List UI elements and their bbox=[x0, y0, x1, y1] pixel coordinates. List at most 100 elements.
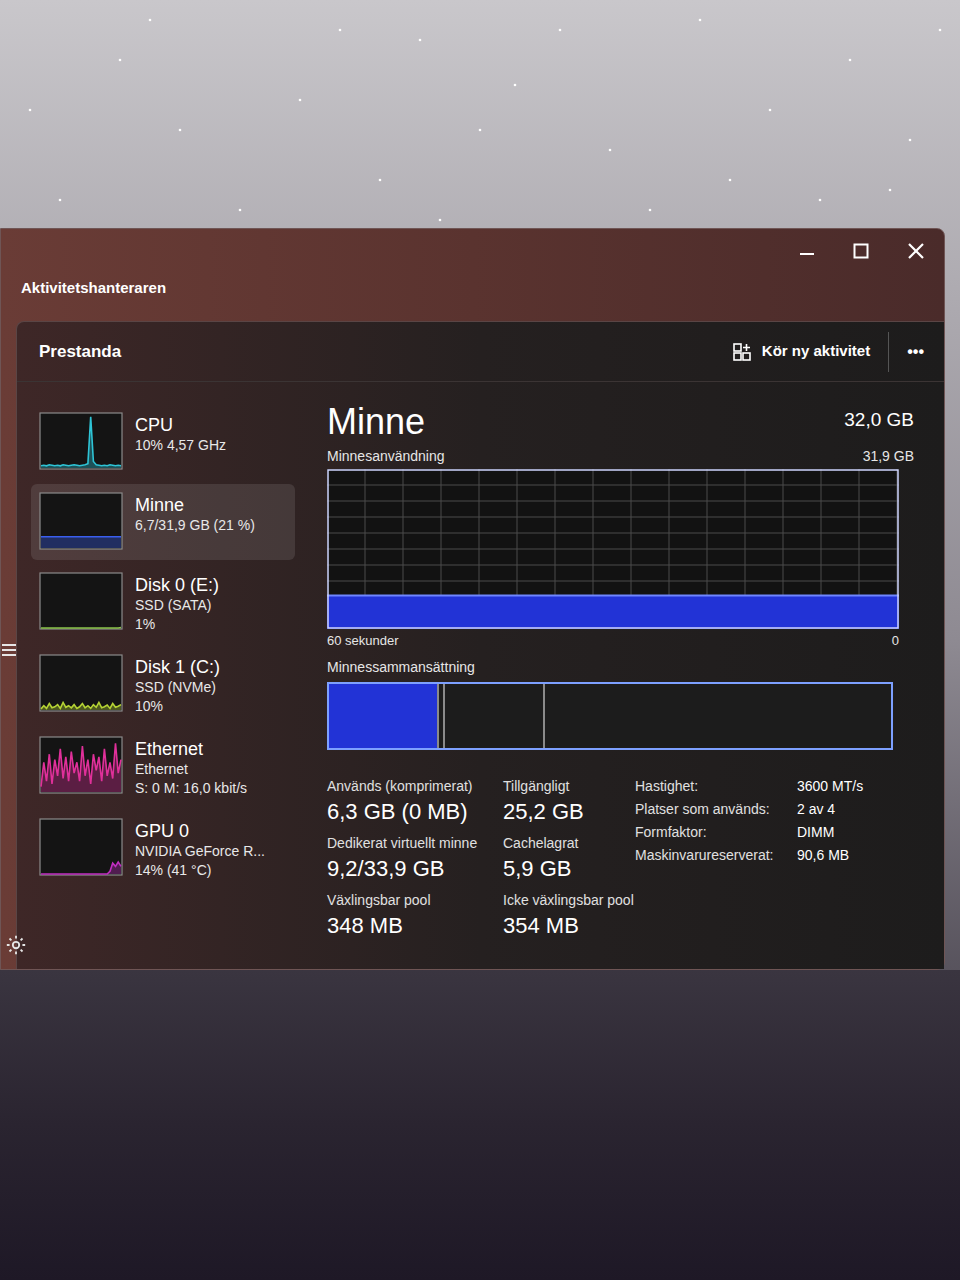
stat: Växlingsbar pool348 MB bbox=[327, 890, 503, 941]
header-bar: Prestanda Kör ny aktivitet ••• bbox=[17, 322, 944, 382]
stat-label: Växlingsbar pool bbox=[327, 890, 503, 911]
sidebar-item-detail: SSD (SATA) bbox=[135, 596, 219, 615]
gear-icon[interactable] bbox=[5, 934, 27, 956]
sidebar-item-detail: 1% bbox=[135, 615, 219, 634]
x-axis-label: 60 sekunder bbox=[327, 631, 399, 651]
sidebar-item-text: CPU10% 4,57 GHz bbox=[135, 412, 226, 455]
sidebar-item-detail: Ethernet bbox=[135, 760, 247, 779]
sidebar-item-detail: S: 0 M: 16,0 kbit/s bbox=[135, 779, 247, 798]
stat-label: Tillgängligt bbox=[503, 776, 613, 797]
usage-label: Minnesanvändning bbox=[327, 446, 445, 467]
mini-graph bbox=[39, 572, 123, 630]
sidebar-item[interactable]: Disk 0 (E:)SSD (SATA)1% bbox=[31, 564, 295, 642]
menu-button[interactable] bbox=[2, 642, 16, 658]
sidebar-item[interactable]: CPU10% 4,57 GHz bbox=[31, 404, 295, 480]
graph-axis: 60 sekunder 0 bbox=[327, 631, 899, 651]
sidebar: CPU10% 4,57 GHz Minne6,7/31,9 GB (21 %) Di… bbox=[17, 382, 295, 969]
stat-value: 5,9 GB bbox=[503, 854, 613, 884]
memory-usage-graph bbox=[327, 469, 899, 629]
spec-value: DIMM bbox=[797, 822, 863, 843]
composition-segment bbox=[545, 684, 891, 748]
task-manager-window: Aktivitetshanteraren Prestanda Kör ny ak… bbox=[0, 228, 945, 970]
sidebar-item-name: CPU bbox=[135, 414, 226, 436]
composition-label: Minnessammansättning bbox=[327, 657, 914, 678]
y-axis-min: 0 bbox=[892, 631, 899, 651]
stat-value: 25,2 GB bbox=[503, 797, 613, 827]
mini-graph bbox=[39, 654, 123, 712]
sidebar-item-detail: NVIDIA GeForce R... bbox=[135, 842, 265, 861]
section-title: Prestanda bbox=[39, 339, 732, 365]
stat: Cachelagrat5,9 GB bbox=[503, 833, 613, 884]
usage-max: 31,9 GB bbox=[863, 446, 914, 467]
sidebar-item-name: Disk 1 (C:) bbox=[135, 656, 220, 678]
composition-segment bbox=[439, 684, 446, 748]
spec-label: Hastighet: bbox=[635, 776, 797, 797]
composition-segment bbox=[445, 684, 545, 748]
new-task-icon bbox=[732, 342, 752, 362]
detail-title: Minne bbox=[327, 402, 425, 442]
stat-label: Dedikerat virtuellt minne bbox=[327, 833, 503, 854]
detail-pane: Minne 32,0 GB Minnesanvändning 31,9 GB 60 se… bbox=[295, 382, 944, 969]
minimize-icon[interactable] bbox=[798, 242, 816, 260]
maximize-icon[interactable] bbox=[852, 242, 870, 260]
spec-value: 3600 MT/s bbox=[797, 776, 863, 797]
sidebar-item-name: Ethernet bbox=[135, 738, 247, 760]
mini-graph bbox=[39, 736, 123, 794]
stat-label: Cachelagrat bbox=[503, 833, 613, 854]
desktop: Aktivitetshanteraren Prestanda Kör ny ak… bbox=[0, 0, 960, 1280]
spec-value: 90,6 MB bbox=[797, 845, 863, 866]
close-icon[interactable] bbox=[906, 241, 926, 261]
stat-label: Används (komprimerat) bbox=[327, 776, 503, 797]
sidebar-item-text: Disk 1 (C:)SSD (NVMe)10% bbox=[135, 654, 220, 716]
stat: Icke växlingsbar pool354 MB bbox=[503, 890, 613, 941]
stat-value: 348 MB bbox=[327, 911, 503, 941]
stat-value: 354 MB bbox=[503, 911, 613, 941]
sidebar-item[interactable]: EthernetEthernetS: 0 M: 16,0 kbit/s bbox=[31, 728, 295, 806]
detail-header: Minne 32,0 GB bbox=[327, 402, 914, 442]
sidebar-item-detail: SSD (NVMe) bbox=[135, 678, 220, 697]
memory-composition-bar bbox=[327, 682, 893, 750]
sidebar-item-detail: 10% 4,57 GHz bbox=[135, 436, 226, 455]
run-task-label[interactable]: Kör ny aktivitet bbox=[762, 340, 870, 363]
composition-segment bbox=[329, 684, 439, 748]
stat-label: Icke växlingsbar pool bbox=[503, 890, 613, 911]
run-task-button[interactable]: Kör ny aktivitet bbox=[732, 332, 889, 372]
sidebar-item-name: Disk 0 (E:) bbox=[135, 574, 219, 596]
sidebar-item-name: GPU 0 bbox=[135, 820, 265, 842]
sidebar-item-text: EthernetEthernetS: 0 M: 16,0 kbit/s bbox=[135, 736, 247, 798]
stat: Dedikerat virtuellt minne9,2/33,9 GB bbox=[327, 833, 503, 884]
title-bar: Aktivitetshanteraren bbox=[1, 229, 944, 321]
content-panel: Prestanda Kör ny aktivitet ••• CPU10% 4,… bbox=[16, 321, 944, 969]
mini-graph bbox=[39, 492, 123, 550]
spec-value: 2 av 4 bbox=[797, 799, 863, 820]
sidebar-item-name: Minne bbox=[135, 494, 255, 516]
settings-button[interactable] bbox=[5, 934, 27, 956]
stars-decoration bbox=[0, 0, 960, 250]
mini-graph bbox=[39, 818, 123, 876]
more-button[interactable]: ••• bbox=[889, 340, 924, 364]
sidebar-item-detail: 14% (41 °C) bbox=[135, 861, 265, 880]
sidebar-item[interactable]: GPU 0NVIDIA GeForce R...14% (41 °C) bbox=[31, 810, 295, 888]
spec-label: Platser som används: bbox=[635, 799, 797, 820]
stat: Tillgängligt25,2 GB bbox=[503, 776, 613, 827]
sidebar-item-detail: 10% bbox=[135, 697, 220, 716]
stat-value: 6,3 GB (0 MB) bbox=[327, 797, 503, 827]
window-title: Aktivitetshanteraren bbox=[1, 273, 944, 300]
list-icon[interactable] bbox=[2, 642, 16, 658]
sidebar-item-text: GPU 0NVIDIA GeForce R...14% (41 °C) bbox=[135, 818, 265, 880]
stat: Används (komprimerat)6,3 GB (0 MB) bbox=[327, 776, 503, 827]
spec-label: Maskinvarureserverat: bbox=[635, 845, 797, 866]
sidebar-item[interactable]: Disk 1 (C:)SSD (NVMe)10% bbox=[31, 646, 295, 724]
specs-grid: Hastighet:3600 MT/sPlatser som används:2… bbox=[635, 776, 863, 941]
mini-graph bbox=[39, 412, 123, 470]
sidebar-item-text: Minne6,7/31,9 GB (21 %) bbox=[135, 492, 255, 535]
desktop-lower bbox=[0, 970, 960, 1280]
stats-grid: Används (komprimerat)6,3 GB (0 MB)Tillgä… bbox=[327, 776, 613, 941]
spec-label: Formfaktor: bbox=[635, 822, 797, 843]
total-memory: 32,0 GB bbox=[844, 406, 914, 443]
sidebar-item[interactable]: Minne6,7/31,9 GB (21 %) bbox=[31, 484, 295, 560]
stats-area: Används (komprimerat)6,3 GB (0 MB)Tillgä… bbox=[327, 776, 914, 941]
stat-value: 9,2/33,9 GB bbox=[327, 854, 503, 884]
sidebar-item-detail: 6,7/31,9 GB (21 %) bbox=[135, 516, 255, 535]
sidebar-item-text: Disk 0 (E:)SSD (SATA)1% bbox=[135, 572, 219, 634]
